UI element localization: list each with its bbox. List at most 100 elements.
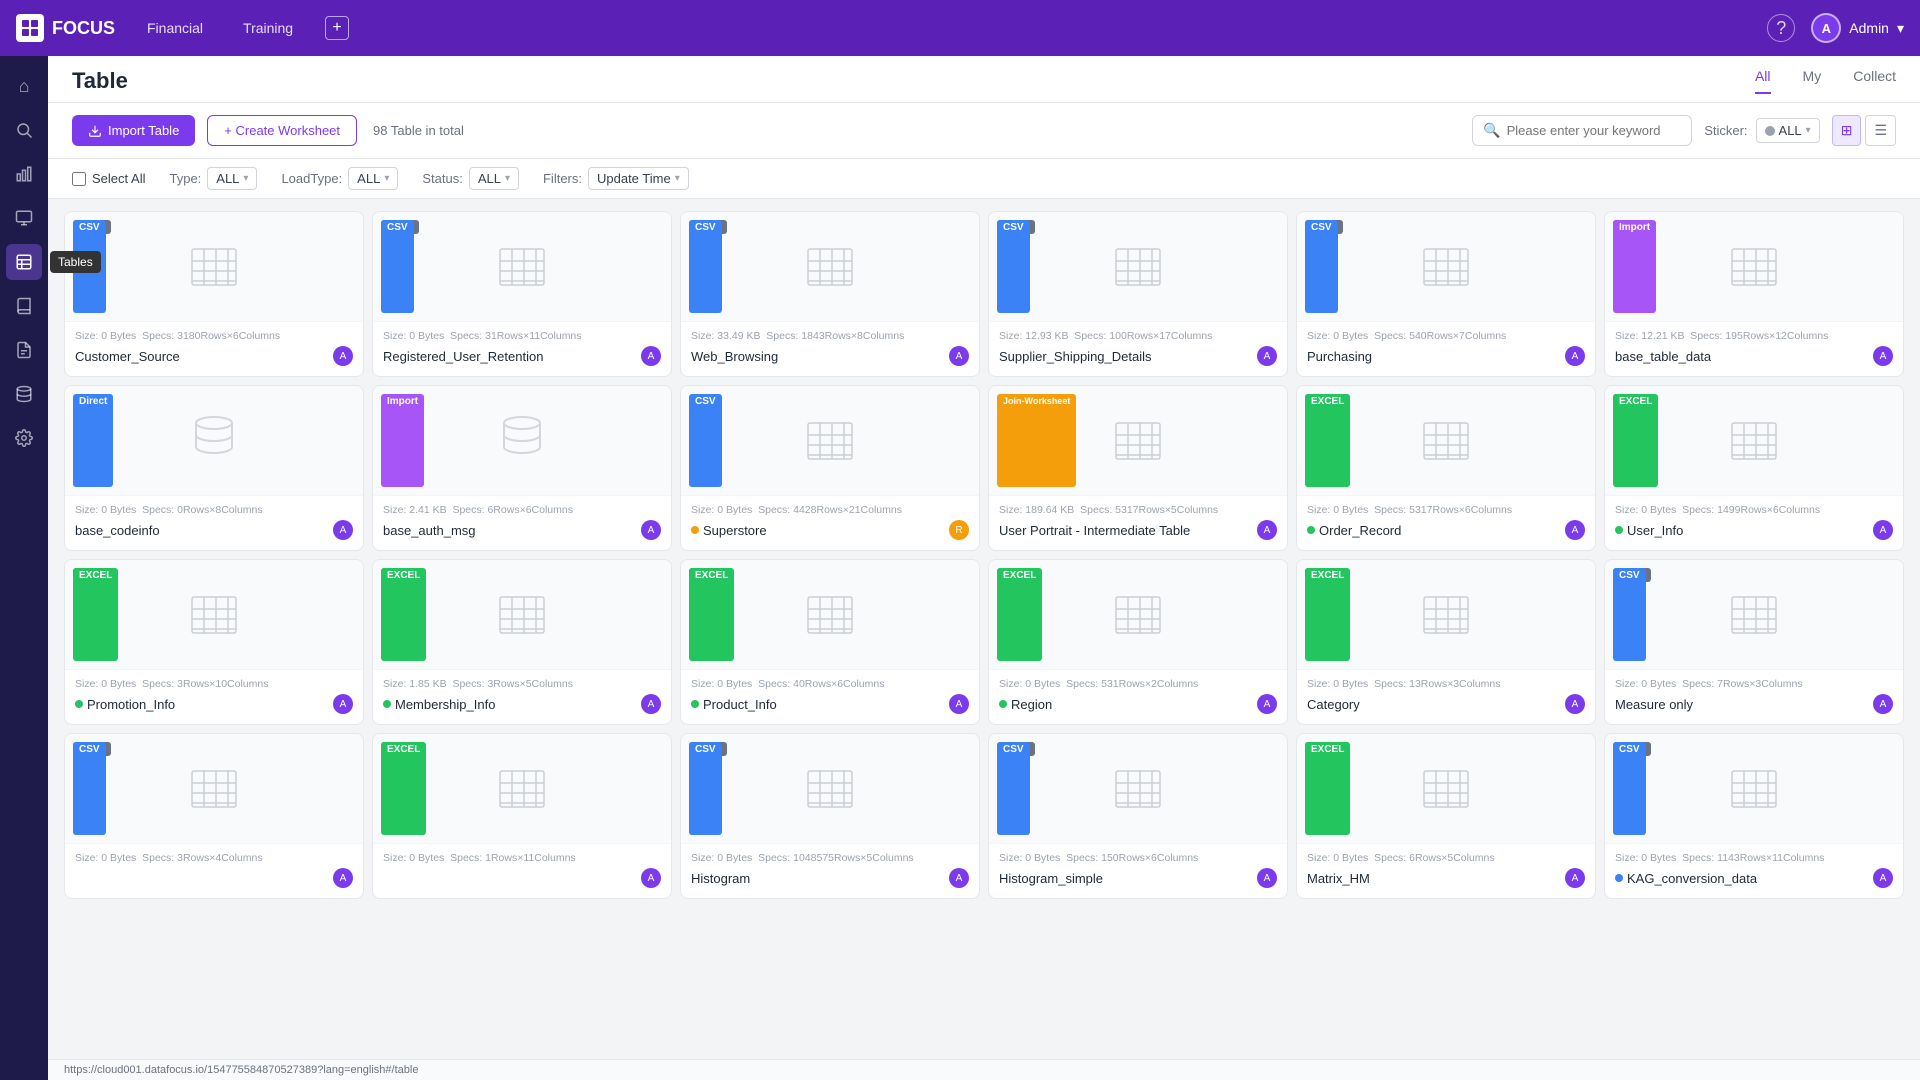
- card-badge: EXCEL: [1305, 742, 1350, 835]
- table-row[interactable]: Import Size: 2.41 KB Specs: 6Rows×6Colum…: [372, 385, 672, 551]
- card-badge: CSV: [1613, 568, 1646, 661]
- select-all-checkbox[interactable]: [72, 172, 86, 186]
- table-row[interactable]: Import EXCEL Size: 0 Bytes Specs: 13Rows…: [1296, 559, 1596, 725]
- topnav: FOCUS Financial Training + ? A Admin ▾: [0, 0, 1920, 56]
- select-all[interactable]: Select All: [72, 171, 145, 186]
- nav-financial[interactable]: Financial: [139, 16, 211, 40]
- sidebar-item-report[interactable]: [6, 332, 42, 368]
- type-dropdown[interactable]: ALL ▾: [207, 167, 257, 190]
- table-row[interactable]: Import CSV Size: 0 Bytes Specs: 150Rows×…: [988, 733, 1288, 899]
- sidebar-item-analytics[interactable]: [6, 156, 42, 192]
- card-avatar: A: [641, 868, 661, 888]
- card-thumb: Import CSV: [65, 212, 363, 322]
- list-view-button[interactable]: ☰: [1865, 115, 1896, 146]
- card-badge: EXCEL: [1305, 568, 1350, 661]
- help-button[interactable]: ?: [1767, 14, 1795, 42]
- nav-training[interactable]: Training: [235, 16, 301, 40]
- sidebar-item-home[interactable]: ⌂: [6, 68, 42, 104]
- sidebar-item-database[interactable]: [6, 376, 42, 412]
- card-body: Size: 12.93 KB Specs: 100Rows×17Columns …: [989, 322, 1287, 376]
- card-name-row: KAG_conversion_data A: [1615, 868, 1893, 888]
- table-row[interactable]: Import EXCEL Size: 0 Bytes Specs: 1Rows×…: [372, 733, 672, 899]
- card-badge: EXCEL: [1305, 394, 1350, 487]
- card-thumb: Import EXCEL: [1297, 386, 1595, 496]
- table-row[interactable]: Import EXCEL Size: 0 Bytes Specs: 531Row…: [988, 559, 1288, 725]
- sidebar: ⌂ Tables: [0, 56, 48, 1080]
- table-row[interactable]: Import EXCEL Size: 0 Bytes Specs: 6Rows×…: [1296, 733, 1596, 899]
- table-row[interactable]: Import Import Size: 12.21 KB Specs: 195R…: [1604, 211, 1904, 377]
- card-body: Size: 0 Bytes Specs: 3Rows×10Columns Pro…: [65, 670, 363, 724]
- sticker-dot: [1765, 126, 1775, 136]
- table-row[interactable]: Import EXCEL Size: 0 Bytes Specs: 1499Ro…: [1604, 385, 1904, 551]
- card-badge: EXCEL: [381, 568, 426, 661]
- sidebar-item-monitor[interactable]: [6, 200, 42, 236]
- card-body: Size: 0 Bytes Specs: 4428Rows×21Columns …: [681, 496, 979, 550]
- card-name: Histogram: [691, 871, 750, 886]
- card-specs: Size: 33.49 KB Specs: 1843Rows×8Columns: [691, 330, 969, 342]
- table-row[interactable]: Import CSV Size: 0 Bytes Specs: 3Rows×4C…: [64, 733, 364, 899]
- table-row[interactable]: CSV Size: 0 Bytes Specs: 4428Rows×21Colu…: [680, 385, 980, 551]
- card-name: Supplier_Shipping_Details: [999, 349, 1152, 364]
- card-avatar: A: [949, 868, 969, 888]
- status-label: Status:: [422, 171, 462, 186]
- card-badge: CSV: [73, 220, 106, 313]
- card-name-row: Supplier_Shipping_Details A: [999, 346, 1277, 366]
- grid-view-button[interactable]: ⊞: [1832, 115, 1862, 146]
- card-thumb: Join-Worksheet: [989, 386, 1287, 496]
- card-avatar: A: [1257, 346, 1277, 366]
- card-badge: CSV: [1613, 742, 1646, 835]
- table-row[interactable]: Import CSV Size: 33.49 KB Specs: 1843Row…: [680, 211, 980, 377]
- status-dropdown[interactable]: ALL ▾: [469, 167, 519, 190]
- table-row[interactable]: Import CSV Size: 0 Bytes Specs: 7Rows×3C…: [1604, 559, 1904, 725]
- card-specs: Size: 2.41 KB Specs: 6Rows×6Columns: [383, 504, 661, 516]
- table-row[interactable]: Import CSV Size: 0 Bytes Specs: 31Rows×1…: [372, 211, 672, 377]
- table-row[interactable]: Direct Size: 0 Bytes Specs: 0Rows×8Colum…: [64, 385, 364, 551]
- table-row[interactable]: Import EXCEL Size: 0 Bytes Specs: 3Rows×…: [64, 559, 364, 725]
- table-row[interactable]: Import EXCEL Size: 1.85 KB Specs: 3Rows×…: [372, 559, 672, 725]
- tab-collect[interactable]: Collect: [1853, 68, 1896, 94]
- card-body: Size: 0 Bytes Specs: 1143Rows×11Columns …: [1605, 844, 1903, 898]
- card-specs: Size: 0 Bytes Specs: 40Rows×6Columns: [691, 678, 969, 690]
- card-badge: CSV: [689, 394, 722, 487]
- table-row[interactable]: Import EXCEL Size: 0 Bytes Specs: 40Rows…: [680, 559, 980, 725]
- filters-dropdown[interactable]: Update Time ▾: [588, 167, 689, 190]
- card-badge: Direct: [73, 394, 113, 487]
- table-row[interactable]: Join-Worksheet Size: 189.64 KB Specs: 53…: [988, 385, 1288, 551]
- page-title-row: Table All My Collect: [72, 68, 1896, 94]
- add-tab-button[interactable]: +: [325, 16, 349, 40]
- card-name: base_auth_msg: [383, 523, 476, 538]
- table-row[interactable]: Import CSV Size: 0 Bytes Specs: 3180Rows…: [64, 211, 364, 377]
- card-badge: CSV: [381, 220, 414, 313]
- table-row[interactable]: Import CSV Size: 0 Bytes Specs: 1143Rows…: [1604, 733, 1904, 899]
- table-row[interactable]: Import CSV Size: 12.93 KB Specs: 100Rows…: [988, 211, 1288, 377]
- tab-all[interactable]: All: [1755, 68, 1771, 94]
- card-badge: CSV: [689, 742, 722, 835]
- card-body: Size: 0 Bytes Specs: 531Rows×2Columns Re…: [989, 670, 1287, 724]
- sidebar-item-notebook[interactable]: [6, 288, 42, 324]
- card-body: Size: 0 Bytes Specs: 1Rows×11Columns A: [373, 844, 671, 898]
- search-input[interactable]: [1507, 123, 1682, 138]
- import-table-button[interactable]: Import Table: [72, 115, 195, 146]
- filters-chevron: ▾: [675, 173, 680, 184]
- card-name: Promotion_Info: [75, 697, 175, 712]
- card-name-row: Histogram A: [691, 868, 969, 888]
- card-body: Size: 0 Bytes Specs: 3180Rows×6Columns C…: [65, 322, 363, 376]
- card-name: User_Info: [1615, 523, 1683, 538]
- card-name: base_table_data: [1615, 349, 1711, 364]
- tab-my[interactable]: My: [1803, 68, 1822, 94]
- table-row[interactable]: Import CSV Size: 0 Bytes Specs: 540Rows×…: [1296, 211, 1596, 377]
- user-menu[interactable]: A Admin ▾: [1811, 13, 1904, 43]
- loadtype-dropdown[interactable]: ALL ▾: [348, 167, 398, 190]
- table-row[interactable]: Import EXCEL Size: 0 Bytes Specs: 5317Ro…: [1296, 385, 1596, 551]
- card-body: Size: 0 Bytes Specs: 31Rows×11Columns Re…: [373, 322, 671, 376]
- sidebar-item-settings[interactable]: [6, 420, 42, 456]
- main-layout: ⌂ Tables: [0, 56, 1920, 1080]
- sticker-select[interactable]: ALL ▾: [1756, 118, 1820, 143]
- table-row[interactable]: Import CSV Size: 0 Bytes Specs: 1048575R…: [680, 733, 980, 899]
- sidebar-item-tables[interactable]: Tables: [6, 244, 42, 280]
- sidebar-item-search[interactable]: [6, 112, 42, 148]
- card-badge: Import: [1613, 220, 1656, 313]
- card-badge: EXCEL: [997, 568, 1042, 661]
- create-worksheet-button[interactable]: + Create Worksheet: [207, 115, 357, 146]
- card-avatar: A: [1257, 694, 1277, 714]
